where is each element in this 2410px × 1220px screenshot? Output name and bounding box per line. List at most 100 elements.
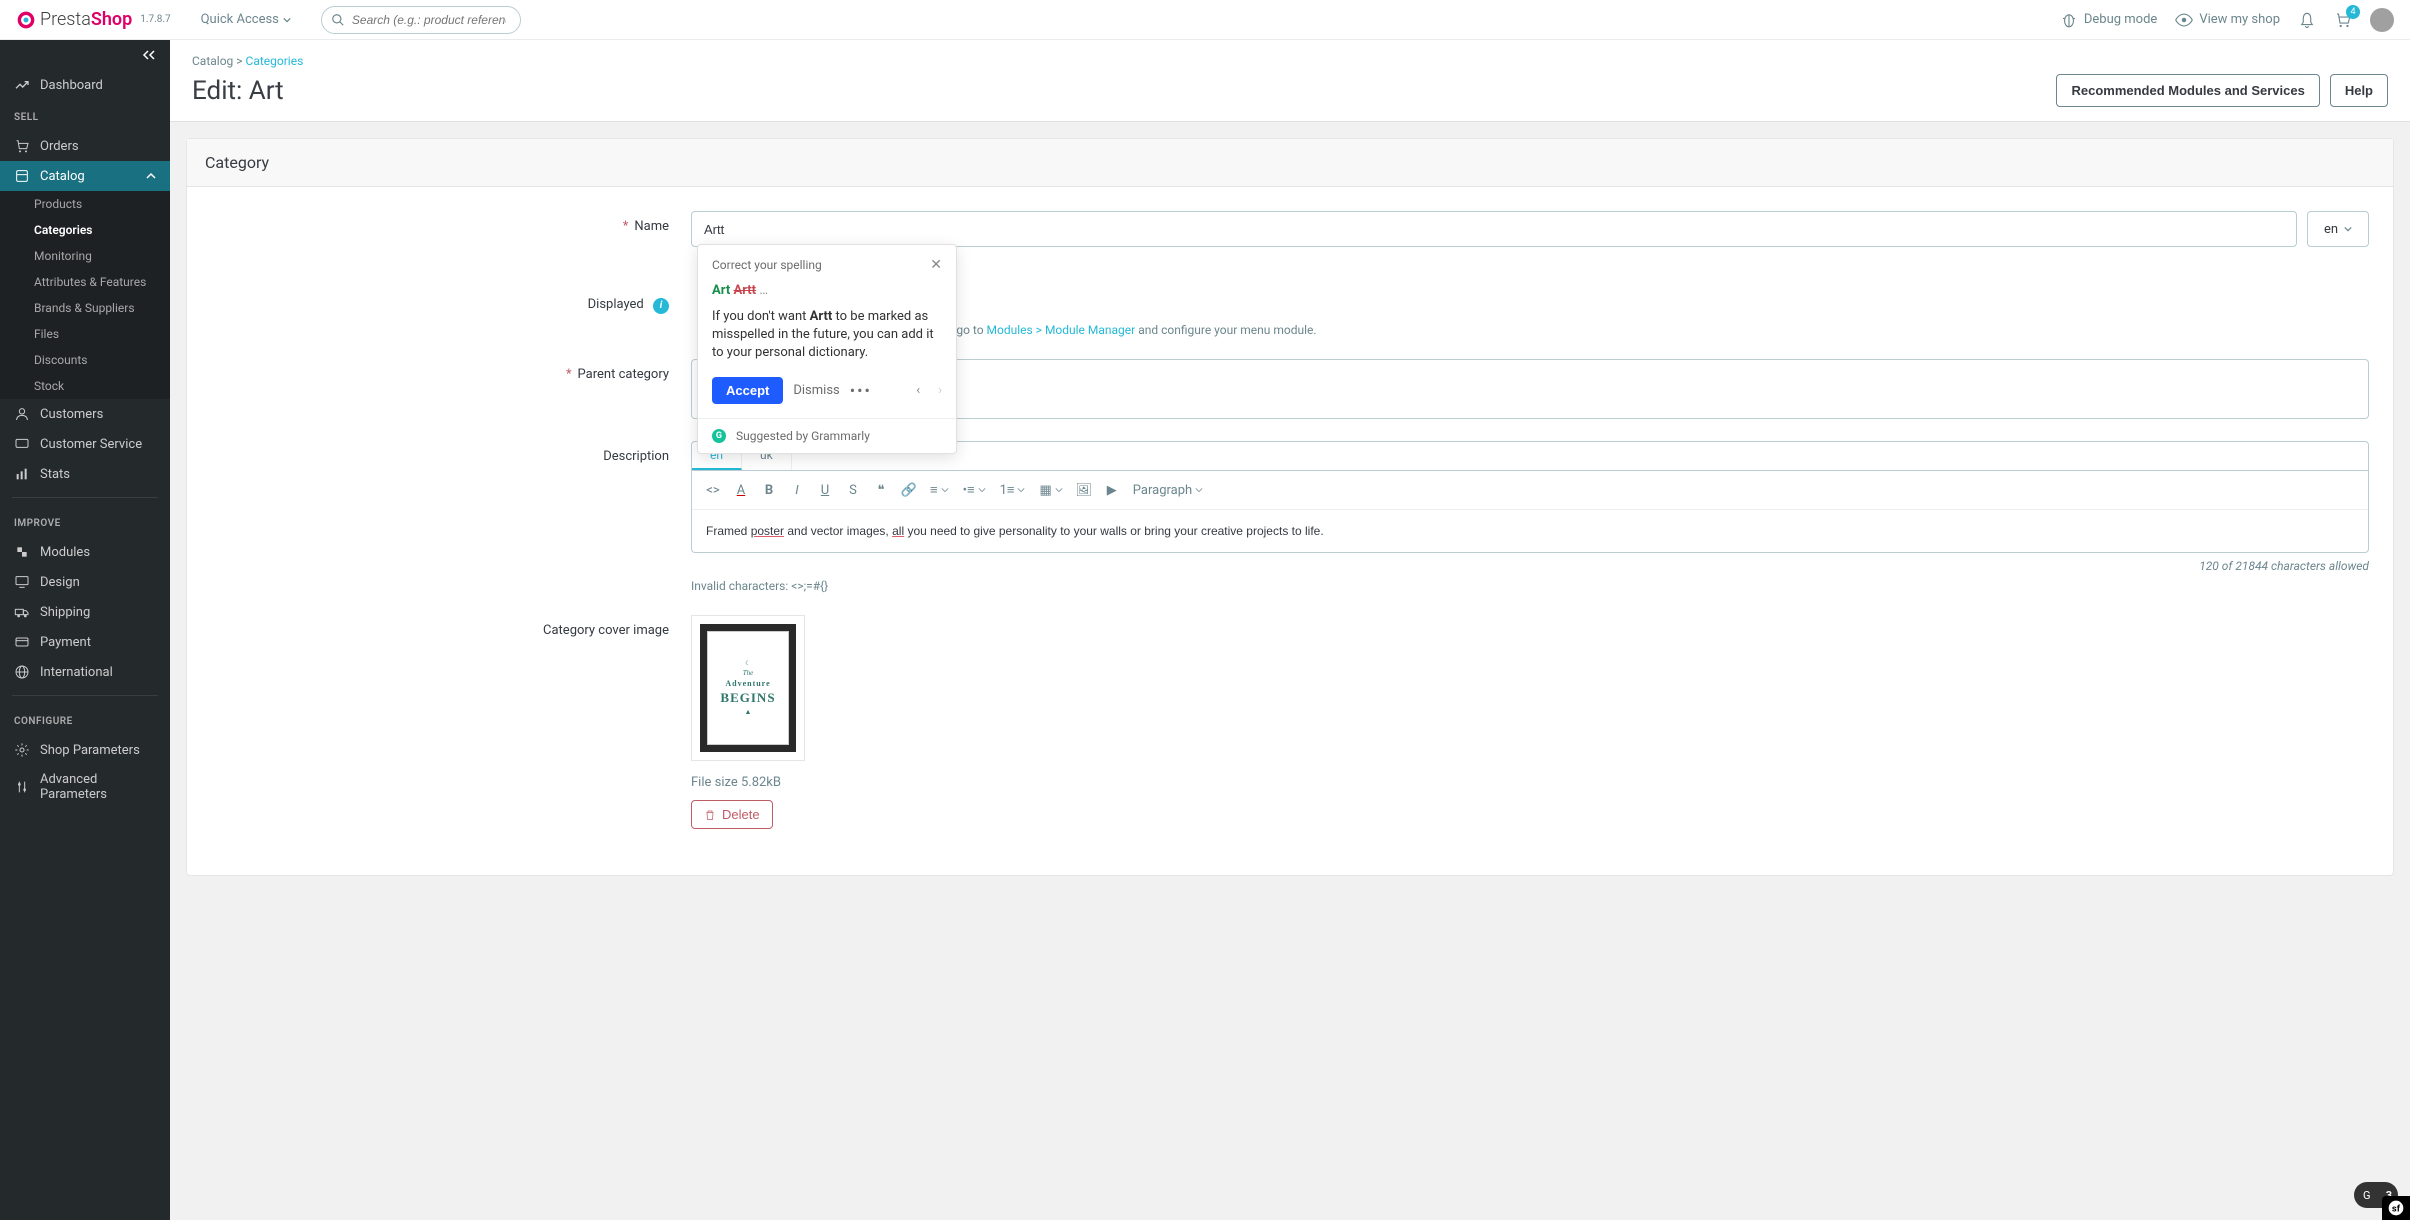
underline-button[interactable]: U <box>812 477 838 503</box>
sidebar-item-label: Dashboard <box>40 78 103 93</box>
sidebar-item-customers[interactable]: Customers <box>0 399 170 429</box>
info-icon[interactable]: i <box>653 298 669 314</box>
sidebar-sub-brands[interactable]: Brands & Suppliers <box>0 295 170 321</box>
main-content: Catalog > Categories Edit: Art Recommend… <box>170 40 2410 876</box>
align-button[interactable]: ≡ <box>924 477 955 503</box>
sidebar-item-shipping[interactable]: Shipping <box>0 597 170 627</box>
cart-icon-wrap[interactable]: 4 <box>2334 11 2352 29</box>
sidebar-sub-products[interactable]: Products <box>0 191 170 217</box>
suggested-by-label: Suggested by Grammarly <box>736 429 870 443</box>
monitor-icon <box>14 574 30 590</box>
sidebar-item-payment[interactable]: Payment <box>0 627 170 657</box>
sidebar-sub-monitoring[interactable]: Monitoring <box>0 243 170 269</box>
sidebar-item-dashboard[interactable]: Dashboard <box>0 70 170 100</box>
bullet-list-button[interactable]: •≡ <box>957 477 992 503</box>
form-row-cover: Category cover image ☾ The Adventure BEG… <box>211 615 2369 829</box>
logo[interactable]: PrestaShop <box>16 9 132 30</box>
form-row-parent: *Parent category <box>211 359 2369 419</box>
logo-text: PrestaShop <box>40 9 132 30</box>
search-wrap <box>321 6 521 34</box>
displayed-note: , go to Modules > Module Manager and con… <box>951 323 2369 337</box>
bold-button[interactable]: B <box>756 477 782 503</box>
sidebar-item-label: Modules <box>40 545 90 560</box>
divider <box>12 497 158 498</box>
breadcrumb-1[interactable]: Catalog <box>192 54 233 68</box>
quick-access-menu[interactable]: Quick Access <box>201 12 291 27</box>
dismiss-button[interactable]: Dismiss <box>793 383 839 398</box>
lang-select[interactable]: en <box>2307 211 2369 247</box>
sidebar-item-shop-params[interactable]: Shop Parameters <box>0 735 170 765</box>
name-input[interactable] <box>691 211 2297 247</box>
link-button[interactable]: 🔗 <box>896 477 922 503</box>
delete-button[interactable]: Delete <box>691 800 773 829</box>
sidebar-sub-categories[interactable]: Categories <box>0 217 170 243</box>
close-icon[interactable]: ✕ <box>930 257 942 273</box>
breadcrumb-2[interactable]: Categories <box>246 54 304 68</box>
image-button[interactable]: 🖼 <box>1071 477 1097 503</box>
sell-section-title: SELL <box>0 100 170 131</box>
paragraph-button[interactable]: Paragraph <box>1127 477 1209 503</box>
breadcrumb-sep: > <box>233 54 245 68</box>
modules-link[interactable]: Modules > Module Manager <box>987 323 1136 337</box>
sidebar-item-international[interactable]: International <box>0 657 170 687</box>
avatar[interactable] <box>2370 8 2394 32</box>
cover-image-preview[interactable]: ☾ The Adventure BEGINS ▲ <box>691 615 805 761</box>
sidebar-sub-attributes[interactable]: Attributes & Features <box>0 269 170 295</box>
sidebar-item-orders[interactable]: Orders <box>0 131 170 161</box>
bell-icon[interactable] <box>2298 11 2316 29</box>
next-icon[interactable]: › <box>938 383 942 398</box>
improve-section-title: IMPROVE <box>0 506 170 537</box>
more-icon[interactable]: ••• <box>850 381 872 400</box>
chevron-down-icon <box>283 16 291 24</box>
view-shop-link[interactable]: View my shop <box>2175 11 2280 29</box>
sidebar-item-design[interactable]: Design <box>0 567 170 597</box>
sidebar-item-modules[interactable]: Modules <box>0 537 170 567</box>
header-actions: Recommended Modules and Services Help <box>2056 74 2388 107</box>
strike-word: Artt <box>733 283 756 298</box>
prev-icon[interactable]: ‹ <box>916 383 920 398</box>
char-count: 120 of 21844 characters allowed <box>691 559 2369 573</box>
video-button[interactable]: ▶ <box>1099 477 1125 503</box>
symfony-icon: sf <box>2388 1200 2404 1216</box>
sidebar-item-stats[interactable]: Stats <box>0 459 170 489</box>
quote-button[interactable]: ❝ <box>868 477 894 503</box>
table-button[interactable]: ▦ <box>1033 477 1068 503</box>
number-list-button[interactable]: 1≡ <box>994 477 1032 503</box>
sidebar-item-adv-params[interactable]: Advanced Parameters <box>0 765 170 809</box>
text-color-button[interactable]: A <box>728 477 754 503</box>
sidebar-sub-stock[interactable]: Stock <box>0 373 170 399</box>
help-button[interactable]: Help <box>2330 74 2388 107</box>
prestashop-icon <box>16 10 36 30</box>
debug-mode-link[interactable]: Debug mode <box>2060 11 2157 29</box>
sidebar-item-customer-service[interactable]: Customer Service <box>0 429 170 459</box>
symfony-badge[interactable]: sf <box>2382 1196 2410 1220</box>
strike-button[interactable]: S <box>840 477 866 503</box>
user-icon <box>14 406 30 422</box>
source-code-button[interactable]: <> <box>700 477 726 503</box>
sidebar-item-label: Orders <box>40 139 79 154</box>
recommended-modules-button[interactable]: Recommended Modules and Services <box>2056 74 2319 107</box>
editor-content[interactable]: Framed poster and vector images, all you… <box>692 510 2368 552</box>
form-row-description: Description en uk <> A B I U S <box>211 441 2369 593</box>
sidebar-item-label: Customer Service <box>40 437 142 452</box>
file-size-label: File size 5.82kB <box>691 775 2369 790</box>
sidebar-item-catalog[interactable]: Catalog <box>0 161 170 191</box>
sidebar-sub-discounts[interactable]: Discounts <box>0 347 170 373</box>
panel-title: Category <box>187 139 2393 187</box>
italic-button[interactable]: I <box>784 477 810 503</box>
cart-icon <box>14 138 30 154</box>
label-text: Name <box>634 219 669 234</box>
globe-icon <box>14 664 30 680</box>
sidebar-sub-files[interactable]: Files <box>0 321 170 347</box>
double-chevron-left-icon <box>142 50 156 60</box>
sidebar-item-label: Shop Parameters <box>40 743 140 758</box>
view-shop-label: View my shop <box>2199 12 2280 27</box>
collapse-sidebar-button[interactable] <box>0 40 170 70</box>
search-input[interactable] <box>321 6 521 34</box>
name-control: en In Correct your spelling ✕ <box>691 211 2369 267</box>
grammarly-icon: G <box>712 429 726 443</box>
accept-button[interactable]: Accept <box>712 377 783 404</box>
grammarly-icon: G <box>2354 1182 2380 1208</box>
poster-text-1: The <box>743 669 754 677</box>
label-text: Category cover image <box>543 623 669 638</box>
